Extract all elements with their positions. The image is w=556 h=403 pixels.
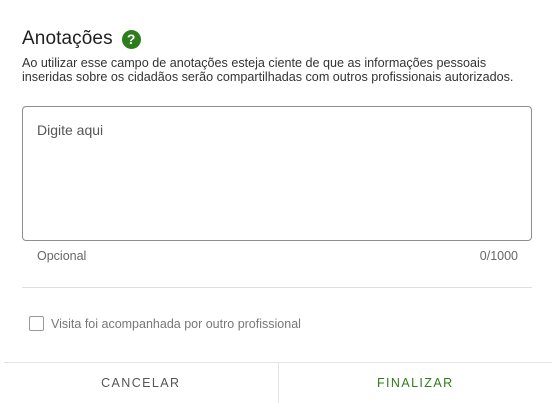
accompanied-visit-checkbox[interactable]: [29, 316, 44, 331]
notes-textarea[interactable]: [23, 107, 531, 240]
help-icon[interactable]: ?: [121, 29, 141, 49]
finish-button[interactable]: FINALIZAR: [278, 363, 552, 403]
notes-char-counter: 0/1000: [479, 249, 518, 263]
accompanied-visit-label: Visita foi acompanhada por outro profiss…: [51, 316, 301, 331]
divider: [22, 287, 532, 288]
cancel-button[interactable]: CANCELAR: [4, 363, 279, 403]
annotations-title: Anotações: [22, 28, 113, 49]
annotations-panel: Anotações ? Ao utilizar esse campo de an…: [0, 0, 556, 403]
action-footer: CANCELAR FINALIZAR: [4, 362, 552, 403]
notes-textarea-container: [22, 106, 532, 241]
privacy-notice: Ao utilizar esse campo de anotações este…: [22, 56, 514, 84]
accompanied-visit-checkbox-row[interactable]: Visita foi acompanhada por outro profiss…: [29, 316, 301, 331]
notes-helper-text: Opcional: [37, 249, 87, 263]
annotations-header: Anotações ?: [22, 28, 141, 50]
